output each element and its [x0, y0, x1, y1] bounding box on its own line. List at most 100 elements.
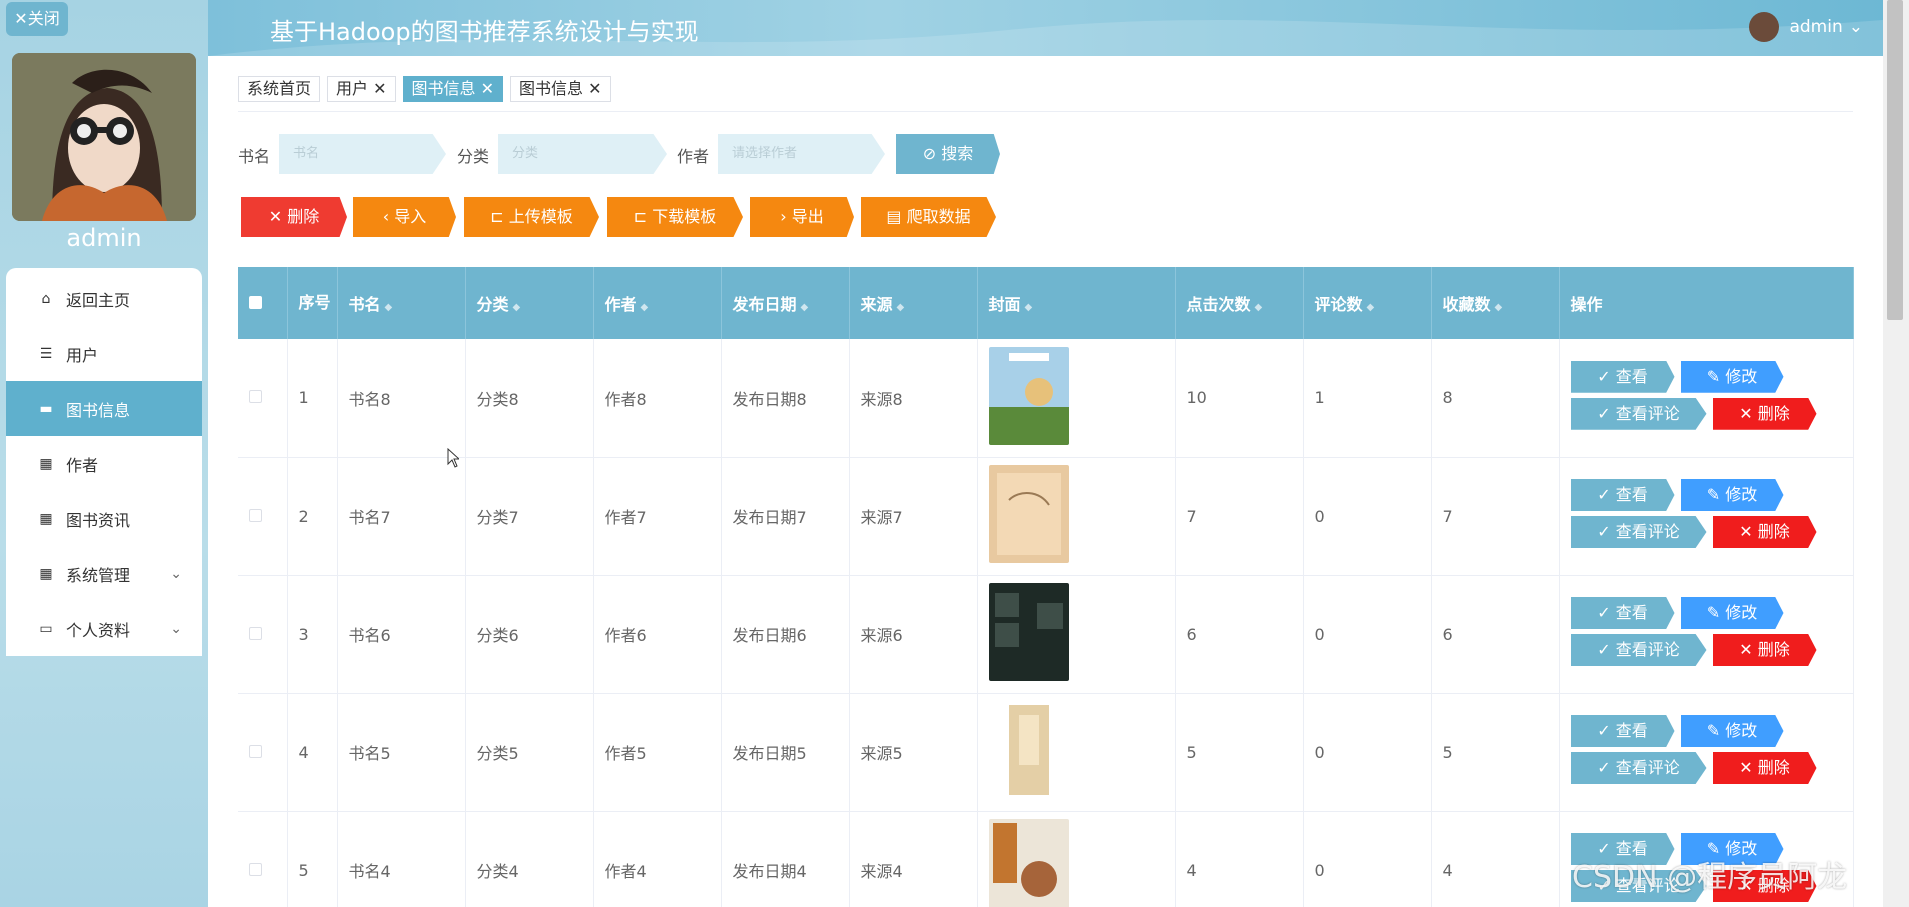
- view-button[interactable]: ✓ 查看: [1570, 479, 1675, 511]
- view-button[interactable]: ✓ 查看: [1570, 715, 1675, 747]
- sidebar-item-label: 图书信息: [66, 400, 131, 420]
- import-button[interactable]: ‹ 导入: [353, 197, 456, 237]
- sidebar-item-authors[interactable]: ▦ 作者: [6, 436, 202, 491]
- cell-index: 5: [287, 811, 338, 907]
- sidebar-item-label: 返回主页: [66, 290, 131, 310]
- cell-cover: [977, 811, 1176, 907]
- cell-comments: 1: [1303, 339, 1432, 458]
- column-header[interactable]: 收藏数 ◆: [1431, 267, 1560, 339]
- tab-book-info-active[interactable]: 图书信息 ✕: [402, 76, 504, 102]
- sort-icon: ◆: [1024, 302, 1033, 313]
- column-header: 操作: [1559, 267, 1854, 339]
- crawl-data-button[interactable]: ▤ 爬取数据: [861, 197, 996, 237]
- tab-home[interactable]: 系统首页: [238, 76, 321, 102]
- sidebar-item-book-info[interactable]: ▬ 图书信息: [6, 381, 202, 436]
- sort-icon: ◆: [640, 302, 649, 313]
- cell-date: 发布日期7: [721, 457, 850, 576]
- book-table: 序号 书名 ◆ 分类 ◆ 作者 ◆ 发布日期 ◆ 来源 ◆ 封面 ◆ 点击次数 ◆ 评论数 ◆ …: [238, 267, 1854, 907]
- user-avatar: [1749, 12, 1780, 42]
- column-header: 序号: [287, 267, 338, 339]
- edit-button[interactable]: ✎ 修改: [1680, 360, 1784, 393]
- export-button[interactable]: › 导出: [750, 197, 854, 237]
- column-header[interactable]: 分类 ◆: [465, 267, 594, 339]
- column-header[interactable]: 发布日期 ◆: [721, 267, 850, 339]
- cell-index: 4: [287, 693, 338, 812]
- admin-name: admin: [66, 224, 142, 252]
- sidebar-item-book-news[interactable]: ▦ 图书资讯: [6, 491, 202, 546]
- cell-cover: [977, 575, 1176, 694]
- sort-icon: ◆: [800, 302, 809, 313]
- row-checkbox[interactable]: [249, 862, 262, 876]
- edit-button[interactable]: ✎ 修改: [1680, 715, 1784, 747]
- search-name-input[interactable]: 书名: [279, 134, 446, 174]
- search-category-label: 分类: [457, 147, 490, 166]
- mouse-cursor-icon: [447, 448, 459, 468]
- book-cover-image[interactable]: [988, 819, 1069, 907]
- tab-users[interactable]: 用户 ✕: [327, 76, 396, 102]
- user-menu[interactable]: admin ⌄: [1749, 12, 1863, 42]
- row-checkbox[interactable]: [249, 626, 262, 640]
- tab-book-info[interactable]: 图书信息 ✕: [510, 76, 611, 102]
- view-button[interactable]: ✓ 查看: [1570, 360, 1675, 393]
- view-button[interactable]: ✓ 查看: [1570, 597, 1675, 629]
- column-header[interactable]: 封面 ◆: [977, 267, 1176, 339]
- download-template-button[interactable]: ⊏ 下载模板: [607, 197, 743, 237]
- delete-button[interactable]: ✕ 删除: [1712, 752, 1817, 784]
- search-category-input[interactable]: 分类: [498, 134, 667, 174]
- view-comments-button[interactable]: ✓ 查看评论: [1570, 516, 1707, 548]
- sidebar-item-profile[interactable]: ▭ 个人资料 ⌄: [6, 601, 202, 656]
- column-header[interactable]: 书名 ◆: [337, 267, 466, 339]
- sidebar-item-users[interactable]: ☰ 用户: [6, 326, 202, 381]
- cell-name: 书名8: [337, 339, 466, 458]
- cell-clicks: 5: [1175, 693, 1304, 812]
- delete-button[interactable]: ✕ 删除: [1712, 634, 1817, 666]
- delete-button[interactable]: ✕ 删除: [1712, 397, 1817, 430]
- view-comments-button[interactable]: ✓ 查看评论: [1570, 752, 1707, 784]
- search-author-select[interactable]: 请选择作者: [718, 134, 885, 174]
- sidebar: ✕关闭 admin ⌂ 返回主页 ☰ 用户 ▬ 图书信息 ▦ 作者 ▦ 图书资讯…: [0, 0, 208, 907]
- cell-category: 分类4: [465, 811, 594, 907]
- column-header[interactable]: 来源 ◆: [849, 267, 978, 339]
- view-comments-button[interactable]: ✓ 查看评论: [1570, 634, 1707, 666]
- book-cover-image[interactable]: [988, 346, 1069, 445]
- close-button[interactable]: ✕关闭: [6, 2, 68, 36]
- delete-button[interactable]: ✕ 删除: [1712, 516, 1817, 548]
- edit-button[interactable]: ✎ 修改: [1680, 479, 1784, 511]
- book-cover-image[interactable]: [988, 465, 1069, 563]
- row-checkbox[interactable]: [249, 508, 262, 522]
- column-header[interactable]: 作者 ◆: [593, 267, 722, 339]
- sidebar-menu: ⌂ 返回主页 ☰ 用户 ▬ 图书信息 ▦ 作者 ▦ 图书资讯 ▦ 系统管理 ⌄ …: [6, 268, 202, 656]
- cell-source: 来源4: [849, 811, 978, 907]
- column-header[interactable]: 评论数 ◆: [1303, 267, 1432, 339]
- cell-author: 作者5: [593, 693, 722, 812]
- view-comments-button[interactable]: ✓ 查看评论: [1570, 397, 1707, 430]
- row-checkbox[interactable]: [249, 744, 262, 758]
- cell-date: 发布日期8: [721, 339, 850, 458]
- sidebar-item-home[interactable]: ⌂ 返回主页: [6, 271, 202, 326]
- upload-template-button[interactable]: ⊏ 上传模板: [464, 197, 599, 237]
- sidebar-item-label: 图书资讯: [66, 510, 131, 530]
- row-checkbox[interactable]: [249, 390, 262, 404]
- sidebar-item-system[interactable]: ▦ 系统管理 ⌄: [6, 546, 202, 601]
- grid-icon: ▦: [39, 565, 53, 582]
- book-cover-image[interactable]: [988, 701, 1069, 799]
- cell-clicks: 6: [1175, 575, 1304, 694]
- scrollbar-thumb[interactable]: [1887, 0, 1903, 320]
- cell-category: 分类5: [465, 693, 594, 812]
- bulk-delete-button[interactable]: ✕ 删除: [241, 197, 347, 237]
- book-cover-image[interactable]: [988, 583, 1069, 681]
- table-row: 4 书名5 分类5 作者5 发布日期5 来源5 5 0 5 ✓ 查看 ✎ 修改 ✓…: [238, 693, 1854, 812]
- cell-cover: [977, 457, 1176, 576]
- search-button[interactable]: ⊘ 搜索: [896, 134, 1000, 174]
- user-name: admin: [1789, 17, 1843, 37]
- grid-icon: ▦: [39, 510, 53, 527]
- cell-source: 来源5: [849, 693, 978, 812]
- edit-button[interactable]: ✎ 修改: [1680, 597, 1784, 629]
- cell-comments: 0: [1303, 575, 1432, 694]
- grid-icon: ▦: [39, 455, 53, 472]
- column-header[interactable]: 点击次数 ◆: [1175, 267, 1304, 339]
- sort-icon: ◆: [1254, 302, 1263, 313]
- select-all-checkbox[interactable]: [249, 295, 262, 309]
- cell-name: 书名4: [337, 811, 466, 907]
- home-icon: ⌂: [41, 290, 51, 307]
